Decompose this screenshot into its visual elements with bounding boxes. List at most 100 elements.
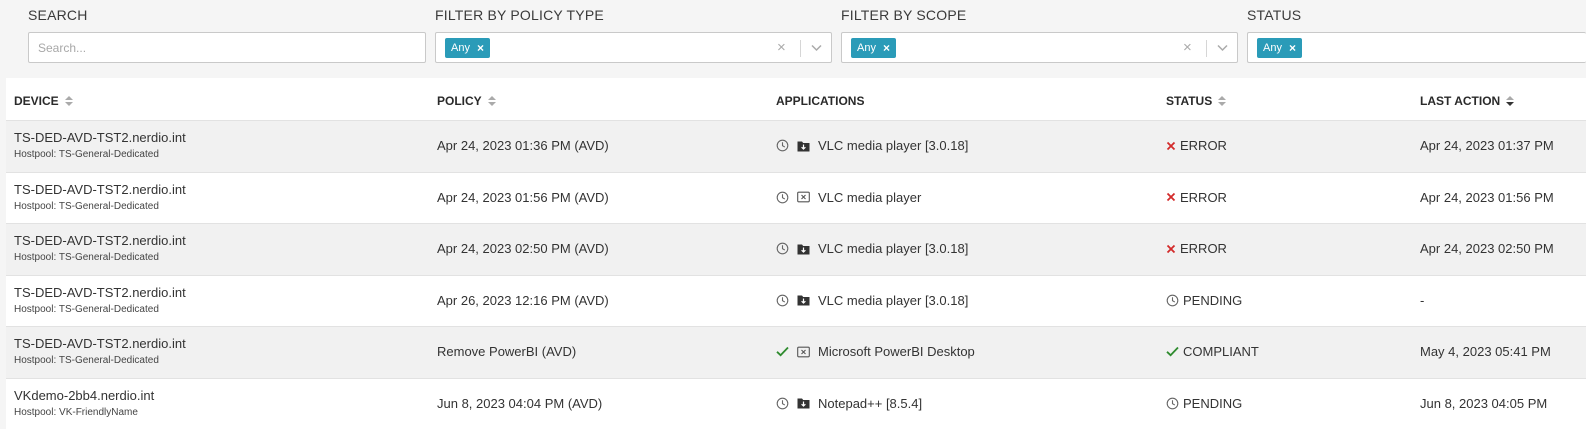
error-x-icon — [1166, 192, 1176, 202]
status-text: COMPLIANT — [1183, 344, 1259, 359]
table-row[interactable]: TS-DED-AVD-TST2.nerdio.int Hostpool: TS-G… — [6, 120, 1586, 172]
status-cell: ERROR — [1166, 190, 1227, 205]
last-action-cell: Apr 24, 2023 01:56 PM — [1420, 190, 1554, 205]
application-cell: VLC media player [3.0.18] — [776, 293, 968, 308]
scope-chip: Any × — [851, 38, 896, 58]
device-cell: TS-DED-AVD-TST2.nerdio.int Hostpool: TS-G… — [14, 130, 186, 160]
device-cell: TS-DED-AVD-TST2.nerdio.int Hostpool: TS-G… — [14, 233, 186, 263]
policy-cell[interactable]: Apr 26, 2023 12:16 PM (AVD) — [437, 293, 609, 308]
table-header: DEVICE POLICY APPLICATIONS STATUS LAST A… — [6, 78, 1586, 120]
policy-cell[interactable]: Apr 24, 2023 01:56 PM (AVD) — [437, 190, 609, 205]
policy-table: DEVICE POLICY APPLICATIONS STATUS LAST A… — [6, 78, 1586, 429]
sort-icon[interactable] — [65, 96, 73, 106]
policy-cell[interactable]: Apr 24, 2023 01:36 PM (AVD) — [437, 138, 609, 153]
scope-chevron-down-icon[interactable] — [1216, 41, 1229, 54]
last-action-cell: Apr 24, 2023 02:50 PM — [1420, 241, 1554, 256]
policy-type-chip-label: Any — [451, 38, 470, 58]
clock-icon — [1166, 294, 1179, 307]
application-name: Notepad++ [8.5.4] — [818, 396, 922, 411]
device-cell: VKdemo-2bb4.nerdio.intHostpool: VK-Frien… — [14, 388, 154, 418]
policy-cell[interactable]: Jun 8, 2023 04:04 PM (AVD) — [437, 396, 602, 411]
status-cell: PENDING — [1166, 293, 1242, 308]
application-cell: VLC media player [3.0.18] — [776, 138, 968, 153]
column-header-policy-label: POLICY — [437, 94, 482, 108]
device-hostpool: Hostpool: TS-General-Dedicated — [14, 304, 186, 315]
table-row[interactable]: VKdemo-2bb4.nerdio.intHostpool: VK-Frien… — [6, 378, 1586, 429]
device-name[interactable]: TS-DED-AVD-TST2.nerdio.int — [14, 285, 186, 300]
folder-download-icon — [797, 294, 814, 306]
last-action-cell: - — [1420, 293, 1424, 308]
policy-cell[interactable]: Apr 24, 2023 02:50 PM (AVD) — [437, 241, 609, 256]
sort-icon[interactable] — [488, 96, 496, 106]
application-name: VLC media player [3.0.18] — [818, 138, 968, 153]
uninstall-box-icon — [797, 346, 814, 358]
application-name: Microsoft PowerBI Desktop — [818, 344, 975, 359]
device-hostpool: Hostpool: TS-General-Dedicated — [14, 252, 186, 263]
folder-download-icon — [797, 243, 814, 255]
uninstall-box-icon — [797, 191, 814, 203]
status-chip-remove-icon[interactable]: × — [1289, 38, 1296, 58]
clock-icon — [776, 294, 793, 307]
column-header-last-action-label: LAST ACTION — [1420, 94, 1500, 108]
table-row[interactable]: TS-DED-AVD-TST2.nerdio.int Hostpool: TS-G… — [6, 275, 1586, 327]
device-name[interactable]: TS-DED-AVD-TST2.nerdio.int — [14, 336, 186, 351]
device-hostpool: Hostpool: TS-General-Dedicated — [14, 355, 186, 366]
scope-chip-label: Any — [857, 38, 876, 58]
status-filter-label: STATUS — [1247, 7, 1301, 23]
device-hostpool: Hostpool: TS-General-Dedicated — [14, 201, 186, 212]
column-header-policy[interactable]: POLICY — [437, 94, 496, 108]
status-text: ERROR — [1180, 241, 1227, 256]
status-select[interactable]: Any × — [1247, 32, 1586, 63]
policy-type-chevron-down-icon[interactable] — [810, 41, 823, 54]
scope-clear-icon[interactable]: × — [1183, 38, 1192, 58]
sort-icon[interactable] — [1218, 96, 1226, 106]
device-name[interactable]: TS-DED-AVD-TST2.nerdio.int — [14, 182, 186, 197]
application-name: VLC media player — [818, 190, 921, 205]
status-chip: Any × — [1257, 38, 1302, 58]
last-action-cell: May 4, 2023 05:41 PM — [1420, 344, 1551, 359]
error-x-icon — [1166, 244, 1176, 254]
filter-bar: SEARCH FILTER BY POLICY TYPE Any × × FIL… — [0, 0, 1586, 78]
application-name: VLC media player [3.0.18] — [818, 293, 968, 308]
device-name[interactable]: TS-DED-AVD-TST2.nerdio.int — [14, 233, 186, 248]
scope-select[interactable]: Any × × — [841, 32, 1238, 63]
application-cell: Microsoft PowerBI Desktop — [776, 344, 975, 359]
error-x-icon — [1166, 141, 1176, 151]
clock-icon — [776, 191, 793, 204]
sort-descending-icon[interactable] — [1506, 96, 1514, 106]
device-name[interactable]: VKdemo-2bb4.nerdio.int — [14, 388, 154, 403]
clock-icon — [776, 397, 793, 410]
policy-cell[interactable]: Remove PowerBI (AVD) — [437, 344, 576, 359]
policy-type-select[interactable]: Any × × — [435, 32, 832, 63]
status-chip-label: Any — [1263, 38, 1282, 58]
application-cell: VLC media player — [776, 190, 921, 205]
clock-icon — [1166, 397, 1179, 410]
search-input[interactable] — [29, 33, 425, 62]
folder-download-icon — [797, 140, 814, 152]
clock-icon — [776, 139, 793, 152]
clock-icon — [776, 242, 793, 255]
check-icon — [1166, 346, 1179, 357]
column-header-device[interactable]: DEVICE — [14, 94, 73, 108]
table-row[interactable]: TS-DED-AVD-TST2.nerdio.int Hostpool: TS-G… — [6, 223, 1586, 275]
policy-type-clear-icon[interactable]: × — [777, 38, 786, 58]
search-box — [28, 32, 426, 63]
column-header-status[interactable]: STATUS — [1166, 94, 1226, 108]
table-row[interactable]: TS-DED-AVD-TST2.nerdio.int Hostpool: TS-G… — [6, 172, 1586, 224]
status-cell: ERROR — [1166, 138, 1227, 153]
scope-chip-remove-icon[interactable]: × — [883, 38, 890, 58]
column-header-applications: APPLICATIONS — [776, 94, 864, 108]
folder-download-icon — [797, 397, 814, 409]
policy-type-chip: Any × — [445, 38, 490, 58]
status-cell: COMPLIANT — [1166, 344, 1259, 359]
table-body: TS-DED-AVD-TST2.nerdio.int Hostpool: TS-G… — [6, 120, 1586, 429]
column-header-last-action[interactable]: LAST ACTION — [1420, 94, 1514, 108]
last-action-cell: Jun 8, 2023 04:05 PM — [1420, 396, 1547, 411]
policy-type-label: FILTER BY POLICY TYPE — [435, 7, 604, 23]
policy-type-chip-remove-icon[interactable]: × — [477, 38, 484, 58]
device-name[interactable]: TS-DED-AVD-TST2.nerdio.int — [14, 130, 186, 145]
device-hostpool: Hostpool: TS-General-Dedicated — [14, 149, 186, 160]
table-row[interactable]: TS-DED-AVD-TST2.nerdio.int Hostpool: TS-G… — [6, 326, 1586, 378]
status-text: PENDING — [1183, 396, 1242, 411]
application-cell: VLC media player [3.0.18] — [776, 241, 968, 256]
